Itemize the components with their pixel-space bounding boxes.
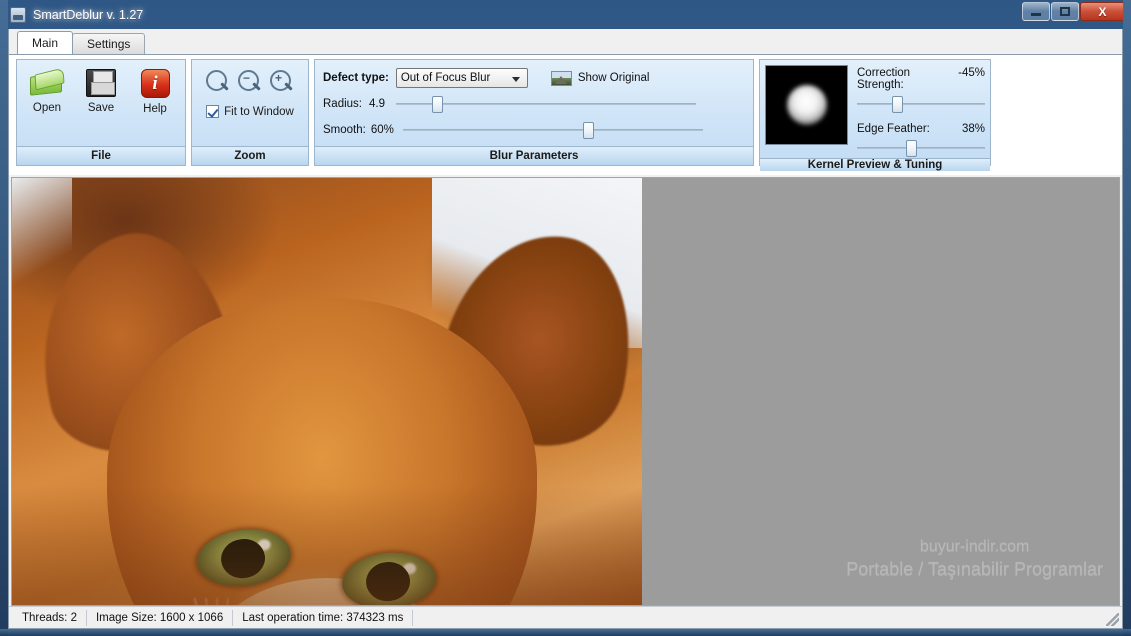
group-zoom-body: − + Fit to Window [192, 60, 308, 146]
radius-slider-handle[interactable] [432, 96, 443, 113]
save-button-label: Save [87, 102, 115, 114]
resize-grip[interactable] [1106, 613, 1119, 626]
group-file-caption: File [17, 146, 185, 165]
defect-type-label: Defect type: [323, 72, 389, 84]
preview-image [12, 178, 642, 605]
client-area: Main Settings Open Save i Help File − + … [8, 29, 1123, 629]
radius-row: Radius: 4.9 [315, 94, 753, 114]
window-border-right [1123, 0, 1131, 636]
app-icon [10, 6, 26, 23]
group-kernel-caption: Kernel Preview & Tuning [760, 158, 990, 171]
photo-bottom-shade [12, 485, 642, 605]
edge-feather-handle[interactable] [905, 140, 917, 157]
toolbar: Open Save i Help File − + Fit to Window … [9, 54, 1122, 175]
checkbox-box[interactable] [206, 105, 220, 118]
edge-feather-value: 38% [961, 123, 985, 135]
app-window: SmartDeblur v. 1.27 X Main Settings Open… [0, 0, 1131, 636]
edge-feather-slider[interactable] [857, 138, 985, 158]
smooth-slider-track [402, 129, 703, 131]
group-zoom-caption: Zoom [192, 146, 308, 165]
correction-strength-label: Correction Strength: [857, 67, 911, 91]
correction-strength-track [857, 103, 985, 105]
edge-feather-label: Edge Feather: [857, 123, 930, 135]
info-icon: i [140, 69, 170, 98]
edge-feather-track [857, 147, 985, 149]
group-blur-caption: Blur Parameters [315, 146, 753, 165]
zoom-out-icon[interactable]: − [238, 70, 262, 94]
smooth-label: Smooth: [323, 124, 366, 136]
group-blur-parameters: Defect type: Out of Focus Blur Show Orig… [314, 59, 754, 166]
floppy-disk-icon [86, 69, 116, 97]
status-bar: Threads: 2 Image Size: 1600 x 1066 Last … [9, 606, 1122, 628]
kernel-blob [786, 85, 827, 125]
zoom-in-icon[interactable]: + [270, 70, 294, 94]
window-border-bottom [0, 629, 1131, 636]
smooth-slider[interactable] [402, 120, 703, 140]
smooth-slider-handle[interactable] [582, 122, 594, 139]
correction-strength-row: Correction Strength: -45% [857, 67, 985, 91]
photo-background-left [12, 178, 72, 298]
open-button-label: Open [32, 102, 62, 114]
maximize-button[interactable] [1051, 2, 1079, 21]
watermark-line-1: buyur-indir.com [919, 538, 1030, 555]
group-kernel-preview: Correction Strength: -45% Edge Feather: … [759, 59, 991, 171]
smooth-value: 60% [370, 124, 394, 136]
chevron-down-icon [511, 77, 520, 82]
open-button[interactable]: Open [21, 66, 73, 116]
kernel-controls: Correction Strength: -45% Edge Feather: … [857, 65, 985, 158]
show-original-label: Show Original [577, 72, 650, 84]
correction-strength-handle[interactable] [891, 96, 903, 113]
fit-to-window-checkbox[interactable]: Fit to Window [192, 94, 308, 118]
show-original-button[interactable]: Show Original [550, 70, 650, 86]
status-last-operation: Last operation time: 374323 ms [233, 609, 414, 626]
group-blur-body: Defect type: Out of Focus Blur Show Orig… [315, 60, 753, 146]
close-button[interactable]: X [1080, 2, 1125, 21]
radius-slider[interactable] [396, 94, 696, 114]
minimize-icon [1031, 13, 1041, 16]
correction-strength-slider[interactable] [857, 94, 985, 114]
status-image-size: Image Size: 1600 x 1066 [87, 609, 234, 626]
radius-label: Radius: [323, 98, 362, 110]
radius-value: 4.9 [369, 98, 385, 110]
image-viewport[interactable]: buyur-indir.com Portable / Taşınabilir P… [11, 177, 1120, 606]
tab-settings[interactable]: Settings [72, 33, 146, 54]
group-file-body: Open Save i Help [17, 60, 185, 146]
window-controls: X [1022, 2, 1125, 21]
watermark: buyur-indir.com Portable / Taşınabilir P… [846, 535, 1103, 581]
defect-type-select[interactable]: Out of Focus Blur [395, 68, 528, 88]
help-button[interactable]: i Help [129, 66, 181, 116]
zoom-fit-icon[interactable] [206, 70, 230, 94]
zoom-icon-row: − + [192, 60, 308, 94]
window-border-left [0, 0, 8, 636]
correction-strength-value: -45% [958, 67, 985, 79]
group-kernel-body: Correction Strength: -45% Edge Feather: … [760, 60, 990, 158]
fit-to-window-label: Fit to Window [224, 105, 294, 118]
status-threads: Threads: 2 [13, 609, 87, 626]
save-button[interactable]: Save [75, 66, 127, 116]
help-button-label: Help [143, 103, 167, 115]
zoom-in-sign: + [274, 71, 282, 85]
group-file: Open Save i Help File [16, 59, 186, 166]
tab-bar: Main Settings [9, 29, 1122, 54]
smooth-row: Smooth: 60% [315, 120, 753, 140]
window-title: SmartDeblur v. 1.27 [33, 7, 144, 22]
watermark-line-2: Portable / Taşınabilir Programlar [846, 559, 1103, 579]
open-folder-icon [29, 69, 65, 97]
title-bar[interactable]: SmartDeblur v. 1.27 X [0, 0, 1131, 29]
image-thumbnail-icon [550, 70, 572, 86]
kernel-preview-image [765, 65, 848, 145]
group-zoom: − + Fit to Window Zoom [191, 59, 309, 166]
defect-type-value: Out of Focus Blur [400, 72, 491, 84]
zoom-out-sign: − [242, 71, 250, 85]
defect-type-row: Defect type: Out of Focus Blur Show Orig… [315, 60, 753, 88]
kernel-body-row: Correction Strength: -45% Edge Feather: … [760, 60, 990, 158]
edge-feather-row: Edge Feather: 38% [857, 123, 985, 135]
minimize-button[interactable] [1022, 2, 1050, 21]
file-buttons: Open Save i Help [17, 60, 185, 116]
tab-main[interactable]: Main [17, 31, 74, 54]
maximize-icon [1060, 7, 1070, 16]
